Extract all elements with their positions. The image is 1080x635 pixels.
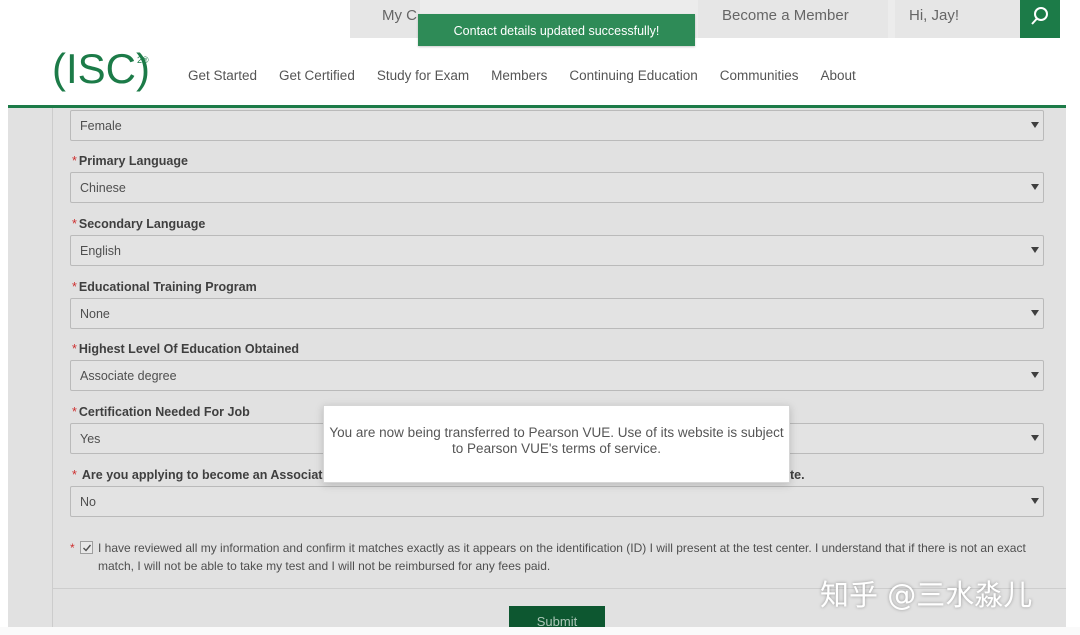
isc2-logo[interactable]: (ISC) 2®: [52, 44, 152, 94]
required-mark: *: [72, 217, 77, 231]
label-text: Certification Needed For Job: [78, 405, 250, 419]
page-bottom: [0, 627, 1080, 635]
field-label-associate-applying: * Are you applying to become an Associat: [72, 468, 322, 482]
logo-superscript: 2®: [137, 55, 149, 65]
nav-communities[interactable]: Communities: [720, 68, 799, 83]
required-mark: *: [72, 154, 77, 168]
nav-about[interactable]: About: [821, 68, 856, 83]
agreement-text: I have reviewed all my information and c…: [98, 541, 1026, 573]
chevron-down-icon: [1031, 435, 1039, 441]
field-label-education-level: * Highest Level Of Education Obtained: [72, 342, 299, 356]
watermark-text: 知乎 @三水淼儿: [820, 578, 1033, 612]
required-mark: *: [72, 468, 77, 482]
required-mark: *: [72, 280, 77, 294]
select-value: Chinese: [80, 181, 126, 195]
select-value: No: [80, 495, 96, 509]
chevron-down-icon: [1031, 372, 1039, 378]
select-value: Associate degree: [80, 369, 177, 383]
secondary-language-select[interactable]: English: [70, 235, 1044, 266]
label-text: Educational Training Program: [78, 280, 257, 294]
chevron-down-icon: [1031, 122, 1039, 128]
user-greeting[interactable]: Hi, Jay!: [895, 0, 1020, 38]
nav-get-certified[interactable]: Get Certified: [279, 68, 355, 83]
associate-applying-select[interactable]: No: [70, 486, 1044, 517]
label-text: Secondary Language: [78, 217, 206, 231]
chevron-down-icon: [1031, 247, 1039, 253]
success-toast: Contact details updated successfully!: [418, 14, 695, 46]
search-button[interactable]: [1020, 0, 1060, 38]
column-divider: [52, 108, 53, 628]
primary-language-select[interactable]: Chinese: [70, 172, 1044, 203]
agreement-checkbox[interactable]: [80, 541, 93, 554]
main-nav: Get Started Get Certified Study for Exam…: [188, 68, 878, 83]
nav-study-for-exam[interactable]: Study for Exam: [377, 68, 469, 83]
utility-link-my-account[interactable]: My C: [350, 0, 420, 38]
required-mark: *: [72, 342, 77, 356]
label-text: Are you applying to become an Associat: [81, 468, 323, 482]
nav-get-started[interactable]: Get Started: [188, 68, 257, 83]
education-level-select[interactable]: Associate degree: [70, 360, 1044, 391]
required-mark: *: [72, 405, 77, 419]
form-container: Female * Primary Language Chinese * Second…: [8, 108, 1066, 628]
gender-select[interactable]: Female: [70, 110, 1044, 141]
search-icon: [1031, 7, 1048, 25]
field-label-training-program: * Educational Training Program: [72, 280, 257, 294]
chevron-down-icon: [1031, 310, 1039, 316]
field-label-secondary-language: * Secondary Language: [72, 217, 205, 231]
select-value: None: [80, 307, 110, 321]
label-text: Highest Level Of Education Obtained: [78, 342, 300, 356]
modal-message: You are now being transferred to Pearson…: [329, 425, 784, 456]
transfer-modal: You are now being transferred to Pearson…: [323, 405, 790, 483]
nav-members[interactable]: Members: [491, 68, 547, 83]
field-label-certification-needed: * Certification Needed For Job: [72, 405, 250, 419]
field-label-associate-tail: te.: [790, 468, 805, 482]
submit-button[interactable]: Submit: [509, 606, 605, 628]
required-mark: *: [70, 541, 75, 555]
checkmark-icon: [83, 544, 92, 552]
field-label-primary-language: * Primary Language: [72, 154, 188, 168]
select-value: English: [80, 244, 121, 258]
training-program-select[interactable]: None: [70, 298, 1044, 329]
nav-continuing-education[interactable]: Continuing Education: [569, 68, 697, 83]
select-value: Female: [80, 119, 122, 133]
label-text: Primary Language: [78, 154, 188, 168]
chevron-down-icon: [1031, 184, 1039, 190]
utility-link-become-member[interactable]: Become a Member: [698, 0, 888, 38]
logo-text: (ISC): [52, 45, 150, 92]
select-value: Yes: [80, 432, 101, 446]
chevron-down-icon: [1031, 498, 1039, 504]
